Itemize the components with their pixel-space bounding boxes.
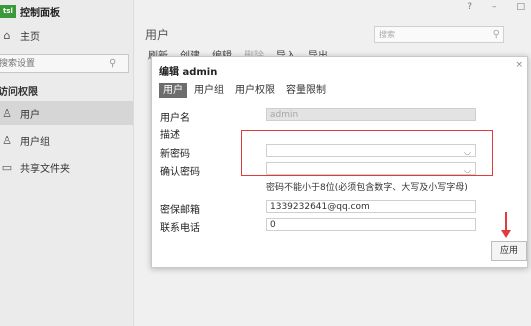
user-search[interactable]: 搜索 ⚲ bbox=[374, 26, 504, 43]
sidebar-item-users[interactable]: ♙ 用户 bbox=[0, 101, 133, 125]
settings-search-input[interactable] bbox=[0, 57, 109, 70]
help-button[interactable]: ? bbox=[467, 2, 472, 12]
sidebar-item-label: 主页 bbox=[20, 31, 40, 43]
user-search-input[interactable]: 搜索 bbox=[375, 29, 395, 40]
minimize-button[interactable]: – bbox=[492, 2, 497, 12]
new-password-label: 新密码 bbox=[160, 149, 190, 160]
app-title-text: 控制面板 bbox=[20, 7, 60, 19]
section-title: 访问权限 bbox=[0, 87, 38, 98]
app-logo: tsl bbox=[0, 4, 16, 18]
phone-field[interactable]: 0 bbox=[266, 218, 476, 231]
email-field[interactable]: 1339232641@qq.com bbox=[266, 200, 476, 213]
apply-button[interactable]: 应用 bbox=[491, 241, 527, 261]
dialog-tabs: 用户 用户组 用户权限 容量限制 bbox=[159, 83, 333, 98]
dialog-title: 编辑 admin bbox=[159, 67, 218, 78]
app-title: tsl 控制面板 bbox=[0, 3, 60, 19]
tab-user[interactable]: 用户 bbox=[159, 83, 187, 98]
username-label: 用户名 bbox=[160, 113, 190, 124]
tab-user-permissions[interactable]: 用户权限 bbox=[231, 83, 279, 98]
phone-label: 联系电话 bbox=[160, 223, 200, 234]
confirm-password-label: 确认密码 bbox=[160, 167, 200, 178]
sidebar-item-home[interactable]: ⌂ 主页 bbox=[0, 23, 133, 47]
sidebar: tsl 控制面板 ⌂ 主页 ⚲ 访问权限 ♙ 用户 ♙ 用户组 ▭ 共享文件夹 bbox=[0, 0, 134, 326]
home-icon: ⌂ bbox=[3, 28, 11, 42]
search-icon[interactable]: ⚲ bbox=[109, 58, 116, 69]
password-hint: 密码不能小于8位(必须包含数字、大写及小写字母) bbox=[266, 183, 468, 193]
sidebar-item-shared-folders[interactable]: ▭ 共享文件夹 bbox=[0, 155, 133, 179]
sidebar-item-label: 用户组 bbox=[20, 136, 50, 148]
tab-user-group[interactable]: 用户组 bbox=[190, 83, 228, 98]
sidebar-item-label: 用户 bbox=[20, 109, 40, 121]
maximize-button[interactable]: □ bbox=[516, 2, 525, 12]
settings-search[interactable]: ⚲ bbox=[0, 54, 129, 73]
shared-folder-icon: ▭ bbox=[1, 160, 13, 174]
sidebar-item-user-groups[interactable]: ♙ 用户组 bbox=[0, 128, 133, 152]
username-field: admin bbox=[266, 108, 476, 121]
close-icon[interactable]: × bbox=[515, 60, 523, 70]
user-group-icon: ♙ bbox=[2, 133, 12, 147]
description-label: 描述 bbox=[160, 130, 180, 141]
email-label: 密保邮箱 bbox=[160, 205, 200, 216]
page-title: 用户 bbox=[145, 28, 170, 42]
tab-quota[interactable]: 容量限制 bbox=[282, 83, 330, 98]
sidebar-item-label: 共享文件夹 bbox=[20, 163, 70, 175]
search-icon[interactable]: ⚲ bbox=[489, 29, 503, 40]
highlight-box bbox=[241, 130, 493, 176]
user-icon: ♙ bbox=[2, 106, 12, 120]
window-controls: ? – □ bbox=[467, 2, 525, 12]
